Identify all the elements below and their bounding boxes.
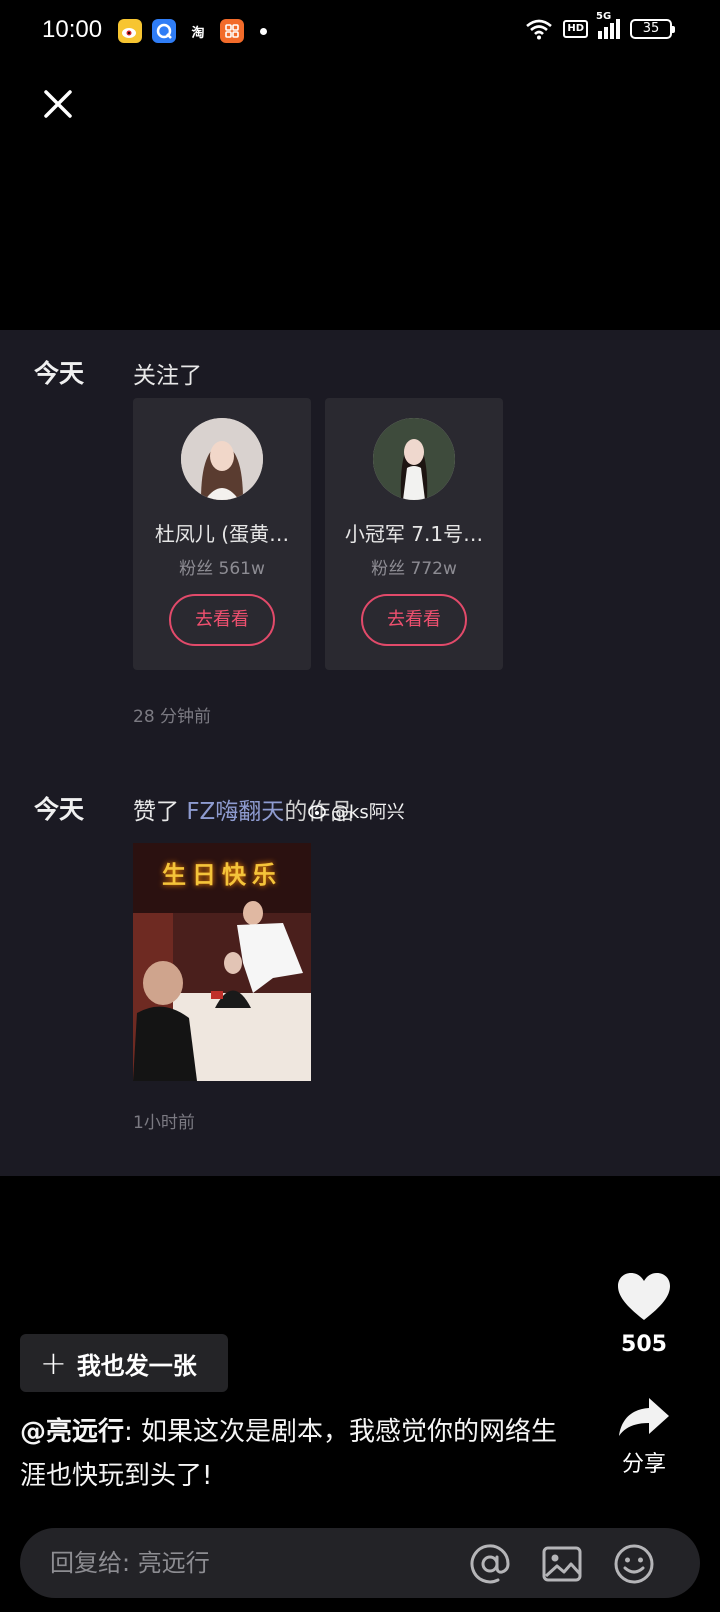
- more-notifications-dot: [260, 27, 267, 35]
- go-see-button[interactable]: 去看看: [169, 594, 275, 646]
- card-fans: 粉丝 561w: [179, 559, 265, 579]
- share-group[interactable]: 分享: [608, 1396, 680, 1478]
- taobao-icon: 淘: [186, 19, 210, 43]
- shared-screenshot[interactable]: 今天 关注了 杜凤儿 (蛋黄… 粉丝 561w 去看看 小冠军 7.1号… 粉丝…: [0, 330, 720, 1176]
- follow-card: 小冠军 7.1号… 粉丝 772w 去看看: [325, 398, 503, 670]
- browser-icon: [152, 19, 176, 43]
- reply-bar: [20, 1528, 700, 1598]
- emoji-icon[interactable]: [612, 1542, 656, 1586]
- card-fans: 粉丝 772w: [371, 559, 457, 579]
- like-count: 505: [621, 1332, 667, 1357]
- card-nickname: 杜凤儿 (蛋黄…: [154, 522, 290, 546]
- post-too-button[interactable]: + 我也发一张: [20, 1334, 228, 1392]
- notification-icons: 淘: [118, 19, 267, 43]
- go-see-button[interactable]: 去看看: [361, 594, 467, 646]
- follow-card: 杜凤儿 (蛋黄… 粉丝 561w 去看看: [133, 398, 311, 670]
- watermark-text: @ks阿兴: [331, 802, 405, 823]
- comment-text: @亮远行: 如果这次是剧本，我感觉你的网络生涯也快玩到头了!: [20, 1410, 580, 1498]
- follow-date: 今天: [34, 359, 85, 388]
- like-time-ago: 1小时前: [133, 1113, 195, 1133]
- plus-icon: +: [40, 1344, 67, 1382]
- follow-time-ago: 28 分钟前: [133, 707, 212, 727]
- liked-video-thumbnail[interactable]: 生日快乐: [133, 843, 311, 1081]
- comment-author[interactable]: @亮远行: [20, 1417, 124, 1447]
- signal-icon: 5G: [596, 11, 620, 39]
- network-type: 5G: [596, 11, 612, 22]
- like-date: 今天: [34, 795, 85, 824]
- card-nickname: 小冠军 7.1号…: [344, 522, 484, 546]
- avatar: [181, 418, 263, 500]
- thumbnail-caption: 生日快乐: [162, 861, 282, 889]
- hd-icon: HD: [563, 20, 588, 38]
- share-label: 分享: [621, 1452, 666, 1477]
- status-time: 10:00: [42, 16, 103, 43]
- at-mention-icon[interactable]: [468, 1542, 512, 1586]
- watermark: @ks阿兴: [308, 798, 405, 824]
- share-icon[interactable]: [617, 1396, 671, 1438]
- status-bar: 10:00 淘 HD 5G 35: [0, 0, 720, 64]
- reply-input[interactable]: [50, 1528, 470, 1598]
- image-icon[interactable]: [540, 1542, 584, 1586]
- follow-action: 关注了: [133, 363, 202, 389]
- avatar: [373, 418, 455, 500]
- battery-icon: 35: [630, 19, 675, 39]
- system-icons: HD 5G 35: [525, 11, 675, 40]
- app-icon: [220, 19, 244, 43]
- like-verb: 赞了: [133, 799, 179, 825]
- post-too-label: 我也发一张: [76, 1351, 197, 1380]
- close-icon[interactable]: [38, 84, 78, 124]
- weibo-watermark-icon: [308, 805, 326, 819]
- like-group: 505: [612, 1272, 676, 1357]
- liked-user-name: FZ嗨翻天: [186, 799, 285, 825]
- heart-icon[interactable]: [616, 1272, 672, 1322]
- weibo-icon: [118, 19, 142, 43]
- wifi-icon: [526, 19, 553, 40]
